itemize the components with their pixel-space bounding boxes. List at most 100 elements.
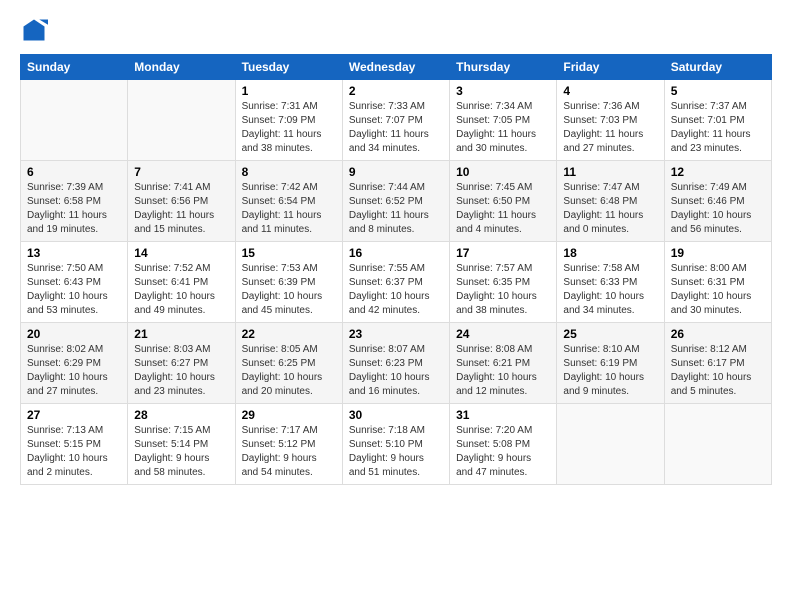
day-info: Sunrise: 7:36 AM Sunset: 7:03 PM Dayligh… xyxy=(563,100,657,156)
day-number: 17 xyxy=(456,246,550,260)
header xyxy=(20,16,772,44)
calendar-cell xyxy=(557,404,664,485)
calendar-cell: 29 Sunrise: 7:17 AM Sunset: 5:12 PM Dayli… xyxy=(235,404,342,485)
day-info: Sunrise: 7:20 AM Sunset: 5:08 PM Dayligh… xyxy=(456,424,550,480)
calendar-cell: 27 Sunrise: 7:13 AM Sunset: 5:15 PM Dayli… xyxy=(21,404,128,485)
day-info: Sunrise: 8:08 AM Sunset: 6:21 PM Dayligh… xyxy=(456,343,550,399)
day-info: Sunrise: 7:47 AM Sunset: 6:48 PM Dayligh… xyxy=(563,181,657,237)
day-number: 31 xyxy=(456,408,550,422)
day-info: Sunrise: 7:41 AM Sunset: 6:56 PM Dayligh… xyxy=(134,181,228,237)
day-info: Sunrise: 7:33 AM Sunset: 7:07 PM Dayligh… xyxy=(349,100,443,156)
day-number: 28 xyxy=(134,408,228,422)
calendar-cell: 13Sunrise: 7:50 AM Sunset: 6:43 PM Dayli… xyxy=(21,242,128,323)
day-number: 24 xyxy=(456,327,550,341)
calendar-header-saturday: Saturday xyxy=(664,55,771,80)
day-info: Sunrise: 7:13 AM Sunset: 5:15 PM Dayligh… xyxy=(27,424,121,480)
calendar-cell: 31 Sunrise: 7:20 AM Sunset: 5:08 PM Dayli… xyxy=(450,404,557,485)
day-number: 10 xyxy=(456,165,550,179)
day-number: 19 xyxy=(671,246,765,260)
calendar-cell xyxy=(664,404,771,485)
day-info: Sunrise: 7:44 AM Sunset: 6:52 PM Dayligh… xyxy=(349,181,443,237)
day-info: Sunrise: 8:00 AM Sunset: 6:31 PM Dayligh… xyxy=(671,262,765,318)
day-info: Sunrise: 7:45 AM Sunset: 6:50 PM Dayligh… xyxy=(456,181,550,237)
day-number: 30 xyxy=(349,408,443,422)
day-info: Sunrise: 7:17 AM Sunset: 5:12 PM Dayligh… xyxy=(242,424,336,480)
day-info: Sunrise: 7:31 AM Sunset: 7:09 PM Dayligh… xyxy=(242,100,336,156)
day-info: Sunrise: 7:42 AM Sunset: 6:54 PM Dayligh… xyxy=(242,181,336,237)
calendar-table: SundayMondayTuesdayWednesdayThursdayFrid… xyxy=(20,54,772,485)
day-number: 12 xyxy=(671,165,765,179)
calendar-cell: 30 Sunrise: 7:18 AM Sunset: 5:10 PM Dayli… xyxy=(342,404,449,485)
day-number: 23 xyxy=(349,327,443,341)
day-info: Sunrise: 8:05 AM Sunset: 6:25 PM Dayligh… xyxy=(242,343,336,399)
day-info: Sunrise: 8:03 AM Sunset: 6:27 PM Dayligh… xyxy=(134,343,228,399)
day-number: 20 xyxy=(27,327,121,341)
calendar-cell: 9 Sunrise: 7:44 AM Sunset: 6:52 PM Daylig… xyxy=(342,161,449,242)
calendar-header-tuesday: Tuesday xyxy=(235,55,342,80)
calendar-cell: 18 Sunrise: 7:58 AM Sunset: 6:33 PM Dayli… xyxy=(557,242,664,323)
day-number: 7 xyxy=(134,165,228,179)
calendar-header-thursday: Thursday xyxy=(450,55,557,80)
calendar-cell: 6 Sunrise: 7:39 AM Sunset: 6:58 PM Daylig… xyxy=(21,161,128,242)
calendar-week-row: 6 Sunrise: 7:39 AM Sunset: 6:58 PM Daylig… xyxy=(21,161,772,242)
day-number: 18 xyxy=(563,246,657,260)
calendar-week-row: 20 Sunrise: 8:02 AM Sunset: 6:29 PM Dayli… xyxy=(21,323,772,404)
day-number: 21 xyxy=(134,327,228,341)
day-number: 8 xyxy=(242,165,336,179)
day-info: Sunrise: 7:34 AM Sunset: 7:05 PM Dayligh… xyxy=(456,100,550,156)
calendar-cell: 14 Sunrise: 7:52 AM Sunset: 6:41 PM Dayli… xyxy=(128,242,235,323)
day-info: Sunrise: 7:53 AM Sunset: 6:39 PM Dayligh… xyxy=(242,262,336,318)
calendar-cell: 19 Sunrise: 8:00 AM Sunset: 6:31 PM Dayli… xyxy=(664,242,771,323)
calendar-cell: 10 Sunrise: 7:45 AM Sunset: 6:50 PM Dayli… xyxy=(450,161,557,242)
day-info: Sunrise: 7:57 AM Sunset: 6:35 PM Dayligh… xyxy=(456,262,550,318)
day-number: 29 xyxy=(242,408,336,422)
day-info: Sunrise: 7:55 AM Sunset: 6:37 PM Dayligh… xyxy=(349,262,443,318)
day-number: 11 xyxy=(563,165,657,179)
day-number: 9 xyxy=(349,165,443,179)
calendar-cell: 25Sunrise: 8:10 AM Sunset: 6:19 PM Dayli… xyxy=(557,323,664,404)
calendar-cell: 1 Sunrise: 7:31 AM Sunset: 7:09 PM Daylig… xyxy=(235,80,342,161)
day-info: Sunrise: 7:39 AM Sunset: 6:58 PM Dayligh… xyxy=(27,181,121,237)
day-number: 15 xyxy=(242,246,336,260)
day-number: 5 xyxy=(671,84,765,98)
calendar-week-row: 27 Sunrise: 7:13 AM Sunset: 5:15 PM Dayli… xyxy=(21,404,772,485)
calendar-week-row: 1 Sunrise: 7:31 AM Sunset: 7:09 PM Daylig… xyxy=(21,80,772,161)
day-number: 27 xyxy=(27,408,121,422)
calendar-header-wednesday: Wednesday xyxy=(342,55,449,80)
day-info: Sunrise: 7:52 AM Sunset: 6:41 PM Dayligh… xyxy=(134,262,228,318)
day-number: 4 xyxy=(563,84,657,98)
calendar-cell: 8 Sunrise: 7:42 AM Sunset: 6:54 PM Daylig… xyxy=(235,161,342,242)
generalblue-logo-icon xyxy=(20,16,48,44)
day-number: 1 xyxy=(242,84,336,98)
calendar-cell: 11 Sunrise: 7:47 AM Sunset: 6:48 PM Dayli… xyxy=(557,161,664,242)
day-info: Sunrise: 8:02 AM Sunset: 6:29 PM Dayligh… xyxy=(27,343,121,399)
calendar-header-sunday: Sunday xyxy=(21,55,128,80)
day-info: Sunrise: 7:50 AM Sunset: 6:43 PM Dayligh… xyxy=(27,262,121,318)
calendar-cell: 16 Sunrise: 7:55 AM Sunset: 6:37 PM Dayli… xyxy=(342,242,449,323)
day-info: Sunrise: 7:58 AM Sunset: 6:33 PM Dayligh… xyxy=(563,262,657,318)
calendar-cell: 23 Sunrise: 8:07 AM Sunset: 6:23 PM Dayli… xyxy=(342,323,449,404)
day-info: Sunrise: 8:12 AM Sunset: 6:17 PM Dayligh… xyxy=(671,343,765,399)
calendar-header-friday: Friday xyxy=(557,55,664,80)
calendar-cell: 15 Sunrise: 7:53 AM Sunset: 6:39 PM Dayli… xyxy=(235,242,342,323)
calendar-cell: 26 Sunrise: 8:12 AM Sunset: 6:17 PM Dayli… xyxy=(664,323,771,404)
calendar-cell: 5 Sunrise: 7:37 AM Sunset: 7:01 PM Daylig… xyxy=(664,80,771,161)
calendar-header-row: SundayMondayTuesdayWednesdayThursdayFrid… xyxy=(21,55,772,80)
calendar-cell xyxy=(21,80,128,161)
calendar-cell: 4 Sunrise: 7:36 AM Sunset: 7:03 PM Daylig… xyxy=(557,80,664,161)
day-info: Sunrise: 7:15 AM Sunset: 5:14 PM Dayligh… xyxy=(134,424,228,480)
day-number: 6 xyxy=(27,165,121,179)
calendar-cell: 3Sunrise: 7:34 AM Sunset: 7:05 PM Daylig… xyxy=(450,80,557,161)
day-number: 26 xyxy=(671,327,765,341)
logo xyxy=(20,16,52,44)
day-info: Sunrise: 8:10 AM Sunset: 6:19 PM Dayligh… xyxy=(563,343,657,399)
day-number: 14 xyxy=(134,246,228,260)
day-number: 2 xyxy=(349,84,443,98)
day-info: Sunrise: 8:07 AM Sunset: 6:23 PM Dayligh… xyxy=(349,343,443,399)
day-info: Sunrise: 7:18 AM Sunset: 5:10 PM Dayligh… xyxy=(349,424,443,480)
day-info: Sunrise: 7:49 AM Sunset: 6:46 PM Dayligh… xyxy=(671,181,765,237)
calendar-cell: 21 Sunrise: 8:03 AM Sunset: 6:27 PM Dayli… xyxy=(128,323,235,404)
day-info: Sunrise: 7:37 AM Sunset: 7:01 PM Dayligh… xyxy=(671,100,765,156)
day-number: 16 xyxy=(349,246,443,260)
calendar-cell: 28 Sunrise: 7:15 AM Sunset: 5:14 PM Dayli… xyxy=(128,404,235,485)
